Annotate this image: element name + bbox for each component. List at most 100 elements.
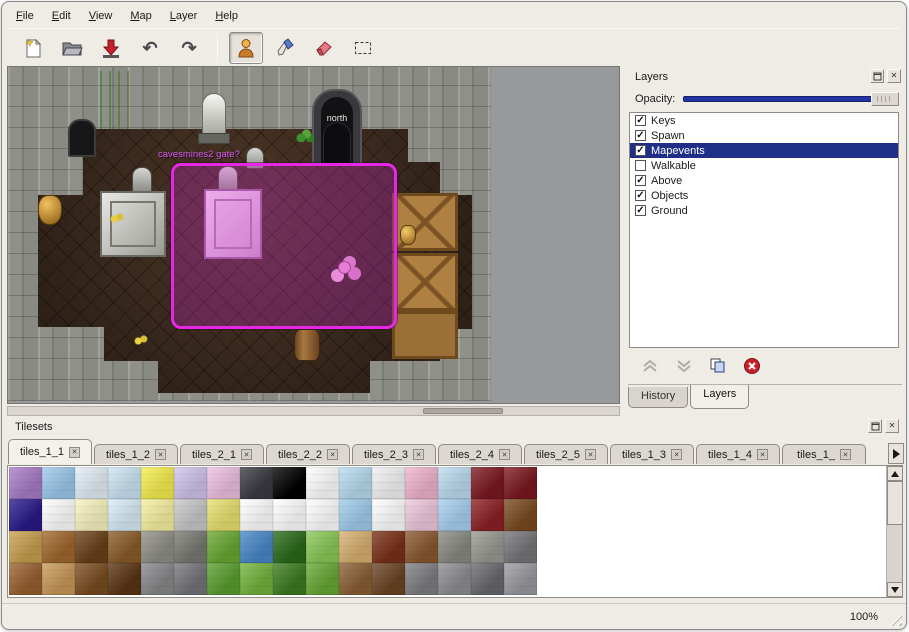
tileset-tile[interactable]	[504, 467, 537, 499]
tileset-tile[interactable]	[504, 499, 537, 531]
menu-file[interactable]: File	[8, 8, 42, 24]
tileset-tile[interactable]	[42, 467, 75, 499]
brush-tool-button[interactable]	[268, 32, 302, 64]
tab-close-icon[interactable]: ✕	[327, 449, 338, 460]
tileset-tile[interactable]	[438, 531, 471, 563]
tileset-tile[interactable]	[438, 563, 471, 595]
layer-visibility-checkbox[interactable]	[635, 130, 646, 141]
resize-grip[interactable]	[889, 613, 902, 626]
tileset-tile[interactable]	[141, 467, 174, 499]
tileset-tile[interactable]	[471, 467, 504, 499]
layer-row[interactable]: Ground	[630, 203, 898, 218]
scrollbar-thumb[interactable]	[887, 481, 903, 525]
tileset-tab[interactable]: tiles_2_5 ✕	[524, 444, 608, 464]
tileset-tile[interactable]	[174, 531, 207, 563]
tileset-tile[interactable]	[207, 563, 240, 595]
tileset-tile[interactable]	[339, 467, 372, 499]
tab-close-icon[interactable]: ✕	[155, 449, 166, 460]
tileset-vertical-scrollbar[interactable]	[886, 466, 902, 597]
tileset-tile[interactable]	[207, 531, 240, 563]
new-file-button[interactable]	[16, 32, 50, 64]
tileset-tile[interactable]	[471, 531, 504, 563]
tileset-tile[interactable]	[471, 499, 504, 531]
layer-visibility-checkbox[interactable]	[635, 205, 646, 216]
tileset-tile[interactable]	[405, 499, 438, 531]
tileset-tile[interactable]	[273, 499, 306, 531]
map-horizontal-scrollbar[interactable]	[7, 406, 620, 416]
layer-visibility-checkbox[interactable]	[635, 115, 646, 126]
tileset-tab[interactable]: tiles_1_4 ✕	[696, 444, 780, 464]
tileset-tile[interactable]	[240, 531, 273, 563]
undo-button[interactable]: ↶	[133, 32, 167, 64]
tileset-tile[interactable]	[42, 563, 75, 595]
tileset-tile[interactable]	[75, 499, 108, 531]
tab-close-icon[interactable]: ✕	[413, 449, 424, 460]
slider-handle[interactable]	[871, 92, 899, 106]
layer-row[interactable]: Keys	[630, 113, 898, 128]
menu-help[interactable]: Help	[207, 8, 246, 24]
save-button[interactable]	[94, 32, 128, 64]
scroll-down-button[interactable]	[887, 582, 903, 597]
tileset-tile[interactable]	[108, 563, 141, 595]
tileset-tile[interactable]	[306, 563, 339, 595]
layer-row[interactable]: Walkable	[630, 158, 898, 173]
layer-row[interactable]: Above	[630, 173, 898, 188]
layer-visibility-checkbox[interactable]	[635, 160, 646, 171]
tileset-tile[interactable]	[438, 499, 471, 531]
map-selection-rect[interactable]	[171, 163, 397, 329]
tileset-tile[interactable]	[273, 531, 306, 563]
tileset-tile[interactable]	[174, 563, 207, 595]
tileset-tab[interactable]: tiles_2_2 ✕	[266, 444, 350, 464]
tileset-tile[interactable]	[405, 531, 438, 563]
tileset-tile[interactable]	[207, 499, 240, 531]
open-button[interactable]	[55, 32, 89, 64]
tileset-tile[interactable]	[339, 499, 372, 531]
tileset-tile[interactable]	[174, 467, 207, 499]
tileset-tile[interactable]	[438, 467, 471, 499]
tab-close-icon[interactable]: ✕	[585, 449, 596, 460]
tileset-tab[interactable]: tiles_2_1 ✕	[180, 444, 264, 464]
tileset-tile[interactable]	[273, 467, 306, 499]
tileset-tile[interactable]	[108, 531, 141, 563]
scroll-up-button[interactable]	[887, 466, 903, 481]
duplicate-layer-button[interactable]	[707, 355, 729, 377]
tab-close-icon[interactable]: ✕	[499, 449, 510, 460]
tileset-tile[interactable]	[504, 531, 537, 563]
dock-close-button[interactable]: ✕	[887, 69, 901, 83]
tileset-tile[interactable]	[339, 531, 372, 563]
tileset-tile[interactable]	[471, 563, 504, 595]
tileset-tab[interactable]: tiles_2_4 ✕	[438, 444, 522, 464]
tileset-tile[interactable]	[42, 499, 75, 531]
tileset-tile[interactable]	[141, 499, 174, 531]
tileset-view[interactable]	[7, 465, 903, 598]
map-canvas[interactable]: cavesmines2 gate? north	[8, 67, 491, 401]
slider-track[interactable]	[683, 96, 899, 102]
tileset-tile[interactable]	[306, 467, 339, 499]
menu-map[interactable]: Map	[122, 8, 159, 24]
tab-history[interactable]: History	[628, 387, 688, 408]
tab-close-icon[interactable]: ✕	[840, 449, 851, 460]
menu-layer[interactable]: Layer	[162, 8, 206, 24]
tileset-tab[interactable]: tiles_1_ ✕	[782, 444, 866, 464]
tileset-tile[interactable]	[75, 467, 108, 499]
tab-close-icon[interactable]: ✕	[241, 449, 252, 460]
tileset-tile[interactable]	[9, 499, 42, 531]
lower-layer-button[interactable]	[673, 355, 695, 377]
tileset-tile[interactable]	[372, 499, 405, 531]
dock-float-button[interactable]	[870, 69, 884, 83]
tileset-tile[interactable]	[42, 531, 75, 563]
tileset-tile[interactable]	[207, 467, 240, 499]
tileset-tile[interactable]	[141, 531, 174, 563]
tab-close-icon[interactable]: ✕	[69, 447, 80, 458]
tileset-tile[interactable]	[141, 563, 174, 595]
tileset-tile[interactable]	[108, 467, 141, 499]
tileset-tile[interactable]	[306, 499, 339, 531]
tileset-tile[interactable]	[240, 499, 273, 531]
tileset-tile[interactable]	[372, 563, 405, 595]
dock-float-button[interactable]	[868, 419, 882, 433]
tileset-tile[interactable]	[75, 531, 108, 563]
raise-layer-button[interactable]	[639, 355, 661, 377]
eraser-tool-button[interactable]	[307, 32, 341, 64]
tileset-tile[interactable]	[9, 531, 42, 563]
tileset-tile[interactable]	[372, 531, 405, 563]
